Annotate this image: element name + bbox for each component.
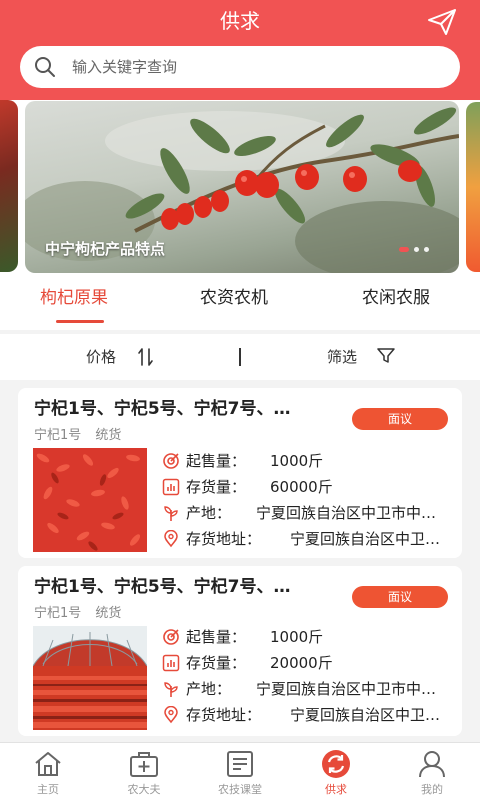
stock-label: 存货量： xyxy=(186,654,247,672)
min-qty-row: 起售量： 1000斤 xyxy=(162,626,452,648)
sort-bar: 价格 筛选 xyxy=(0,334,480,380)
medical-kit-icon xyxy=(130,752,158,777)
min-qty-value: 1000斤 xyxy=(270,452,324,470)
document-icon xyxy=(227,751,253,777)
grade-tag: 统货 xyxy=(95,606,122,621)
nav-supply-demand[interactable]: 供求 xyxy=(288,743,384,800)
address-row: 存货地址： 宁夏回族自治区中卫… xyxy=(162,704,452,726)
nav-label: 农技课堂 xyxy=(218,783,262,796)
filter-label[interactable]: 筛选 xyxy=(327,346,357,367)
sort-icon[interactable] xyxy=(137,347,155,367)
tab-goji-raw[interactable]: 枸杞原果 xyxy=(40,286,108,310)
product-image[interactable] xyxy=(33,448,147,552)
bar-chart-icon xyxy=(162,478,180,496)
listing-card[interactable]: 宁杞1号、宁杞5号、宁杞7号、… 宁杞1号 统货 面议 起售量： 1000斤 存… xyxy=(18,388,462,558)
product-image[interactable] xyxy=(33,626,147,730)
address-row: 存货地址： 宁夏回族自治区中卫… xyxy=(162,528,452,550)
location-pin-icon xyxy=(164,706,178,724)
address-label: 存货地址： xyxy=(186,530,262,548)
divider xyxy=(239,348,241,366)
plant-icon xyxy=(164,682,178,697)
origin-label: 产地： xyxy=(186,680,232,698)
listing-tags: 宁杞1号 统货 xyxy=(34,424,131,443)
grade-tag: 统货 xyxy=(95,428,122,443)
banner-caption: 中宁枸杞产品特点 xyxy=(45,240,166,258)
stock-value: 20000斤 xyxy=(270,654,333,672)
address-value: 宁夏回族自治区中卫… xyxy=(290,530,441,548)
carousel-dots xyxy=(399,247,429,252)
nav-classroom[interactable]: 农技课堂 xyxy=(192,743,288,800)
banner-prev-peek[interactable] xyxy=(0,100,18,272)
stock-row: 存货量： 60000斤 xyxy=(162,476,452,498)
nav-label: 供求 xyxy=(325,783,347,796)
bar-chart-icon xyxy=(162,654,180,672)
listing-card[interactable]: 宁杞1号、宁杞5号、宁杞7号、… 宁杞1号 统货 面议 起售量： 1000斤 存… xyxy=(18,566,462,736)
stock-value: 60000斤 xyxy=(270,478,333,496)
min-qty-label: 起售量： xyxy=(186,628,247,646)
nav-label: 农大夫 xyxy=(127,783,161,796)
min-qty-value: 1000斤 xyxy=(270,628,324,646)
stock-row: 存货量： 20000斤 xyxy=(162,652,452,674)
nav-label: 主页 xyxy=(37,783,59,796)
origin-label: 产地： xyxy=(186,504,232,522)
stock-label: 存货量： xyxy=(186,478,247,496)
address-value: 宁夏回族自治区中卫… xyxy=(290,706,441,724)
carousel-dot[interactable] xyxy=(414,247,419,252)
listing-tags: 宁杞1号 统货 xyxy=(34,602,131,621)
bottom-navbar: 主页 农大夫 农技课堂 供求 我的 xyxy=(0,742,480,800)
min-qty-row: 起售量： 1000斤 xyxy=(162,450,452,472)
tab-farm-service[interactable]: 农闲农服 xyxy=(362,286,430,310)
page-title: 供求 xyxy=(220,9,260,33)
price-badge[interactable]: 面议 xyxy=(352,408,448,430)
search-icon xyxy=(35,57,55,77)
carousel-dot[interactable] xyxy=(424,247,429,252)
origin-value: 宁夏回族自治区中卫市中… xyxy=(256,680,437,698)
search-box[interactable] xyxy=(20,46,460,88)
category-tabs: 枸杞原果 农资农机 农闲农服 xyxy=(0,276,480,330)
variety-tag: 宁杞1号 xyxy=(34,428,82,443)
header-bar: 供求 xyxy=(0,0,480,100)
home-icon xyxy=(35,752,61,776)
plant-icon xyxy=(164,506,178,521)
banner-carousel[interactable]: 中宁枸杞产品特点 xyxy=(25,101,459,273)
banner-next-peek[interactable] xyxy=(466,102,480,272)
target-icon xyxy=(163,453,179,469)
search-input[interactable] xyxy=(72,46,442,88)
tab-agri-machinery[interactable]: 农资农机 xyxy=(200,286,268,310)
nav-doctor[interactable]: 农大夫 xyxy=(96,743,192,800)
nav-profile[interactable]: 我的 xyxy=(384,743,480,800)
origin-row: 产地： 宁夏回族自治区中卫市中… xyxy=(162,678,452,700)
filter-icon[interactable] xyxy=(377,348,395,364)
nav-label: 我的 xyxy=(421,783,443,796)
carousel-dot[interactable] xyxy=(399,247,409,252)
min-qty-label: 起售量： xyxy=(186,452,247,470)
variety-tag: 宁杞1号 xyxy=(34,606,82,621)
active-tab-indicator xyxy=(56,320,104,323)
send-icon[interactable] xyxy=(426,7,458,37)
price-badge[interactable]: 面议 xyxy=(352,586,448,608)
origin-row: 产地： 宁夏回族自治区中卫市中… xyxy=(162,502,452,524)
address-label: 存货地址： xyxy=(186,706,262,724)
location-pin-icon xyxy=(164,530,178,548)
user-icon xyxy=(419,751,445,778)
refresh-icon xyxy=(322,750,350,778)
nav-home[interactable]: 主页 xyxy=(0,743,96,800)
origin-value: 宁夏回族自治区中卫市中… xyxy=(256,504,437,522)
target-icon xyxy=(163,629,179,645)
listing-title: 宁杞1号、宁杞5号、宁杞7号、… xyxy=(34,399,291,419)
sort-price-label[interactable]: 价格 xyxy=(86,346,116,367)
listing-title: 宁杞1号、宁杞5号、宁杞7号、… xyxy=(34,577,291,597)
